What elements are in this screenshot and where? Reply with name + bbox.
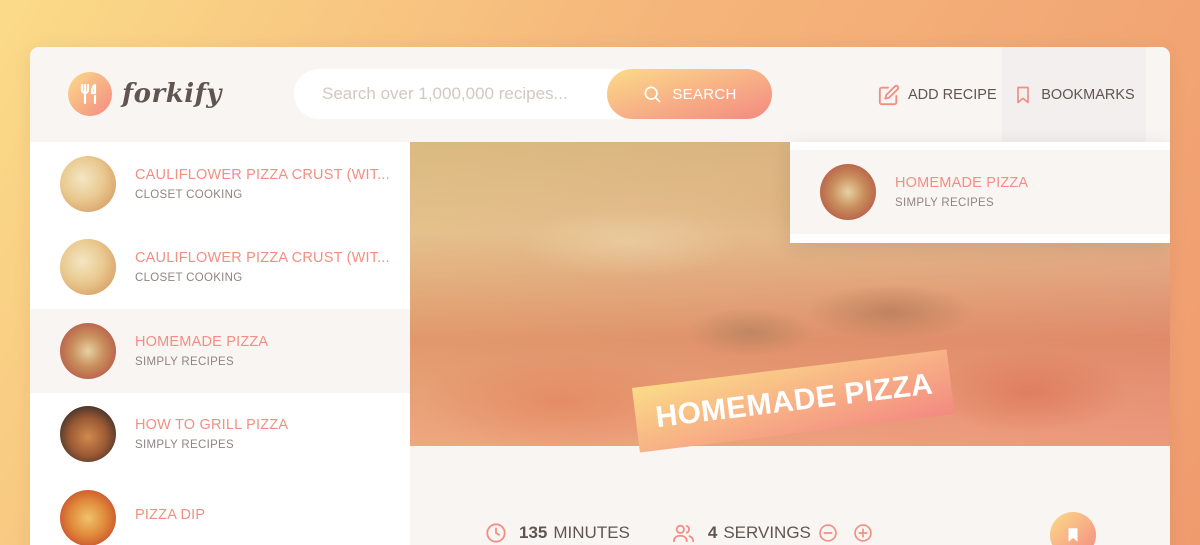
bookmark-publisher: SIMPLY RECIPES <box>895 197 995 209</box>
recipe-thumbnail <box>60 322 116 379</box>
bookmarks-dropdown: HOMEMADE PIZZA SIMPLY RECIPES <box>790 142 1170 243</box>
header: forkify SEARCH ADD RECIPE BOOKMARKS <box>30 47 1170 142</box>
fork-knife-icon <box>68 72 112 116</box>
logo[interactable]: forkify <box>68 72 222 116</box>
result-publisher: SIMPLY RECIPES <box>135 439 235 452</box>
recipe-thumbnail <box>60 489 116 545</box>
logo-text: forkify <box>122 79 222 109</box>
result-title: CAULIFLOWER PIZZA CRUST (WIT... <box>135 250 390 267</box>
result-item[interactable]: PIZZA DIP <box>30 476 410 545</box>
result-publisher: SIMPLY RECIPES <box>135 355 235 368</box>
bookmark-item[interactable]: HOMEMADE PIZZA SIMPLY RECIPES <box>790 150 1170 234</box>
edit-icon <box>878 84 900 105</box>
search-icon <box>644 86 661 103</box>
plus-circle-icon <box>854 524 872 542</box>
search-input[interactable] <box>322 84 622 104</box>
add-recipe-button[interactable]: ADD RECIPE <box>878 47 997 142</box>
search-button[interactable]: SEARCH <box>607 69 772 119</box>
servings-unit: SERVINGS <box>723 523 811 542</box>
recipe-thumbnail <box>820 164 876 220</box>
recipe-thumbnail <box>60 239 116 296</box>
result-publisher: CLOSET COOKING <box>135 272 243 285</box>
bookmarks-label: BOOKMARKS <box>1041 86 1135 103</box>
recipe-details: 135 MINUTES 4 SERVINGS <box>485 522 927 544</box>
result-title: HOW TO GRILL PIZZA <box>135 417 289 434</box>
servings: 4 SERVINGS <box>672 522 885 544</box>
decrease-servings-button[interactable] <box>818 523 850 543</box>
result-item[interactable]: CAULIFLOWER PIZZA CRUST (WIT... CLOSET C… <box>30 142 410 226</box>
cooking-time: 135 MINUTES <box>485 522 630 544</box>
bookmark-icon <box>1068 528 1078 542</box>
result-item[interactable]: CAULIFLOWER PIZZA CRUST (WIT... CLOSET C… <box>30 226 410 310</box>
app-container: forkify SEARCH ADD RECIPE BOOKMARKS <box>30 47 1170 545</box>
result-item-active[interactable]: HOMEMADE PIZZA SIMPLY RECIPES <box>30 309 410 393</box>
recipe-thumbnail <box>60 155 116 212</box>
bookmark-recipe-button[interactable] <box>1050 512 1096 545</box>
recipe-thumbnail <box>60 406 116 463</box>
increase-servings-button[interactable] <box>853 523 885 543</box>
result-title: CAULIFLOWER PIZZA CRUST (WIT... <box>135 166 390 183</box>
servings-value: 4 <box>707 523 718 542</box>
cooking-time-unit: MINUTES <box>553 523 630 542</box>
bookmark-icon <box>1017 86 1030 103</box>
result-item[interactable]: HOW TO GRILL PIZZA SIMPLY RECIPES <box>30 393 410 477</box>
users-icon <box>672 524 694 543</box>
cooking-time-value: 135 <box>519 523 548 542</box>
result-title: HOMEMADE PIZZA <box>135 333 269 350</box>
search-button-label: SEARCH <box>672 85 737 103</box>
minus-circle-icon <box>819 524 837 542</box>
bookmarks-button[interactable]: BOOKMARKS <box>1002 47 1146 142</box>
search-results: CAULIFLOWER PIZZA CRUST (WIT... CLOSET C… <box>30 142 410 545</box>
clock-icon <box>486 523 506 543</box>
result-publisher: CLOSET COOKING <box>135 188 243 201</box>
search-form: SEARCH <box>294 69 772 119</box>
add-recipe-label: ADD RECIPE <box>908 86 997 103</box>
bookmark-title: HOMEMADE PIZZA <box>895 175 1029 191</box>
result-title: PIZZA DIP <box>135 506 206 523</box>
